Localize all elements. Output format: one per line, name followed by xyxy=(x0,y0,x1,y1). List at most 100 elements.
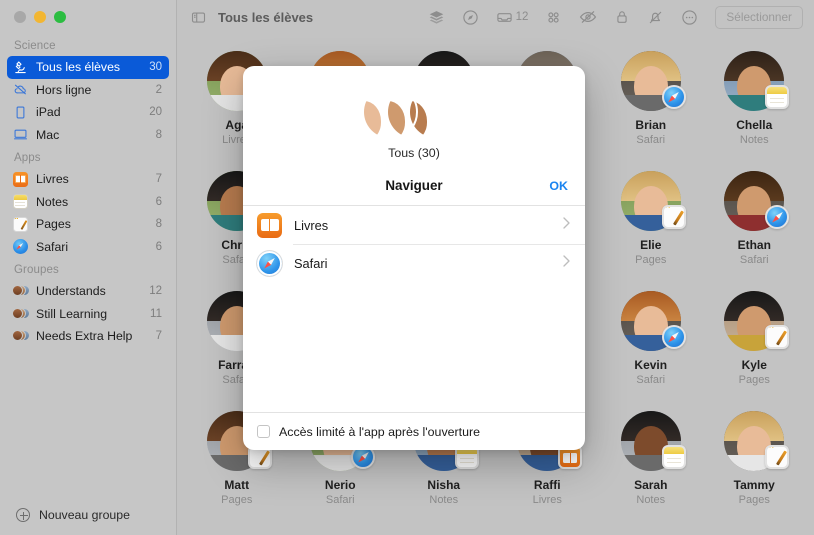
group-label: Tous (30) xyxy=(388,146,440,160)
student-current-app: Safari xyxy=(739,254,769,266)
student-card[interactable]: Brian Safari xyxy=(599,44,703,164)
safari-app-badge-icon xyxy=(661,85,686,109)
student-name: Brian xyxy=(635,118,667,132)
minimize-button[interactable] xyxy=(34,11,46,23)
student-card[interactable]: Ethan Safari xyxy=(703,164,807,284)
pages-app-badge-icon xyxy=(661,205,686,229)
sidebar-item-livres[interactable]: Livres 7 xyxy=(7,168,169,191)
sidebar-item-hors-ligne[interactable]: Hors ligne 2 xyxy=(7,79,169,102)
navigate-icon[interactable] xyxy=(462,9,479,26)
modal-app-label: Livres xyxy=(294,217,329,233)
zoom-button[interactable] xyxy=(54,11,66,23)
avatar xyxy=(620,171,686,231)
modal-action-row: Naviguer OK xyxy=(243,166,585,206)
toolbar-icons: 12 xyxy=(428,8,699,26)
group-avatars-icon xyxy=(11,306,30,322)
student-card[interactable]: Sarah Notes xyxy=(599,404,703,524)
sidebar-item-tous-les-eleves[interactable]: Tous les élèves 30 xyxy=(7,56,169,79)
sidebar-item-notes[interactable]: Notes 6 xyxy=(7,191,169,214)
sidebar-item-understands[interactable]: Understands 12 xyxy=(7,280,169,303)
avatar xyxy=(620,51,686,111)
lock-icon[interactable] xyxy=(614,9,630,25)
sidebar-item-count: 6 xyxy=(155,240,162,253)
sidebar-item-label: Still Learning xyxy=(36,306,108,321)
new-group-button[interactable]: Nouveau groupe xyxy=(0,495,176,535)
sidebar-item-count: 8 xyxy=(155,128,162,141)
student-card[interactable]: Kyle Pages xyxy=(703,284,807,404)
modal-app-label: Safari xyxy=(294,255,328,271)
student-card[interactable]: Chella Notes xyxy=(703,44,807,164)
chevron-right-icon xyxy=(562,254,571,273)
sidebar-item-count: 7 xyxy=(155,330,162,343)
avatar xyxy=(724,171,790,231)
grid-apps-icon[interactable] xyxy=(545,9,562,26)
navigate-modal: Tous (30) Naviguer OK Livres Safari Accè… xyxy=(243,66,585,450)
sidebar-item-label: Safari xyxy=(36,239,69,254)
select-button[interactable]: Sélectionner xyxy=(715,5,803,29)
student-name: Kyle xyxy=(741,358,767,372)
student-card[interactable]: Tammy Pages xyxy=(703,404,807,524)
sidebar-item-still-learning[interactable]: Still Learning 11 xyxy=(7,303,169,326)
close-button[interactable] xyxy=(14,11,26,23)
notes-app-badge-icon xyxy=(765,85,790,109)
pages-app-icon xyxy=(12,216,28,232)
avatar xyxy=(724,51,790,111)
sidebar-item-label: Livres xyxy=(36,172,69,187)
sidebar-item-needs-extra-help[interactable]: Needs Extra Help 7 xyxy=(7,325,169,348)
group-avatars-icon xyxy=(11,328,30,344)
student-current-app: Notes xyxy=(429,494,459,506)
sidebar-item-count: 8 xyxy=(155,218,162,231)
sidebar-item-pages[interactable]: Pages 8 xyxy=(7,213,169,236)
books-app-icon xyxy=(257,212,282,238)
pages-app-badge-icon xyxy=(765,445,790,469)
student-name: Kevin xyxy=(634,358,668,372)
student-name: Sarah xyxy=(634,478,668,492)
eye-slash-icon[interactable] xyxy=(579,8,597,26)
sidebar-item-count: 12 xyxy=(149,285,162,298)
modal-action-title: Naviguer xyxy=(385,178,443,193)
sidebar-item-count: 11 xyxy=(150,307,162,320)
sidebar-item-label: Hors ligne xyxy=(36,82,92,97)
window-traffic-lights xyxy=(0,0,176,34)
sidebar: Science Tous les élèves 30 Hors ligne 2 … xyxy=(0,0,177,535)
bell-slash-icon[interactable] xyxy=(647,9,664,26)
sidebar-item-label: Pages xyxy=(36,217,71,232)
modal-app-row-livres[interactable]: Livres xyxy=(243,206,585,244)
student-current-app: Pages xyxy=(635,254,667,266)
sidebar-item-count: 6 xyxy=(155,195,162,208)
sidebar-item-count: 2 xyxy=(155,83,162,96)
student-current-app: Notes xyxy=(636,494,666,506)
sidebar-section-science-title: Science xyxy=(14,40,56,52)
inbox-tray-icon[interactable]: 12 xyxy=(496,9,528,26)
safari-app-badge-icon xyxy=(765,205,790,229)
modal-footer: Accès limité à l'app après l'ouverture xyxy=(243,412,585,450)
more-ellipsis-icon[interactable] xyxy=(681,9,698,26)
student-name: Nerio xyxy=(324,478,356,492)
sidebar-section-groupes-title: Groupes xyxy=(14,264,59,276)
student-name: Chella xyxy=(736,118,773,132)
student-card[interactable]: Elie Pages xyxy=(599,164,703,284)
sidebar-item-safari[interactable]: Safari 6 xyxy=(7,236,169,259)
group-avatar-stack xyxy=(362,84,466,140)
main-area: Tous les élèves 12 Sélectionner Aga Livr… xyxy=(177,0,814,535)
sidebar-section-science-list: Tous les élèves 30 Hors ligne 2 iPad 20 … xyxy=(0,56,176,146)
toolbar: Tous les élèves 12 Sélectionner xyxy=(177,0,814,34)
sidebar-item-mac[interactable]: Mac 8 xyxy=(7,124,169,147)
ok-button[interactable]: OK xyxy=(549,179,568,193)
student-name: Tammy xyxy=(733,478,775,492)
sidebar-item-label: Tous les élèves xyxy=(36,60,121,75)
chevron-right-icon xyxy=(562,216,571,235)
layers-icon[interactable] xyxy=(428,9,445,26)
avatar xyxy=(620,411,686,471)
modal-app-row-safari[interactable]: Safari xyxy=(243,244,585,282)
student-name: Matt xyxy=(224,478,250,492)
limit-access-label: Accès limité à l'app après l'ouverture xyxy=(279,424,481,439)
sidebar-icon[interactable] xyxy=(191,10,206,25)
notes-app-icon xyxy=(12,194,28,210)
ipad-icon xyxy=(12,104,28,120)
limit-access-checkbox[interactable] xyxy=(257,425,270,438)
toolbar-left: Tous les élèves xyxy=(191,10,313,25)
sidebar-item-ipad[interactable]: iPad 20 xyxy=(7,101,169,124)
student-card[interactable]: Kevin Safari xyxy=(599,284,703,404)
sidebar-item-label: Mac xyxy=(36,127,60,142)
